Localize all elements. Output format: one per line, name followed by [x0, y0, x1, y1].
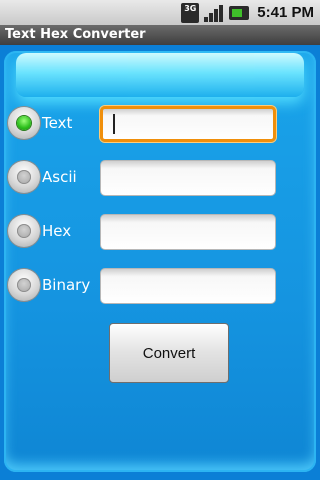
status-time: 5:41 PM: [257, 4, 314, 21]
radio-text[interactable]: [8, 107, 40, 139]
radio-ascii[interactable]: [8, 161, 40, 193]
app-body: Text Ascii Hex Binary Convert: [0, 45, 320, 480]
battery-icon: [229, 5, 250, 20]
ascii-input[interactable]: [100, 160, 276, 196]
radio-binary[interactable]: [8, 269, 40, 301]
panel-glow: [16, 53, 304, 97]
radio-binary-indicator: [17, 278, 31, 292]
converter-panel: Text Ascii Hex Binary Convert: [4, 51, 316, 472]
network-label: 3G: [184, 3, 197, 13]
radio-hex-indicator: [17, 224, 31, 238]
convert-button[interactable]: Convert: [109, 323, 229, 383]
status-icons: 3G 5:41 PM: [181, 2, 314, 23]
hex-input[interactable]: [100, 214, 276, 250]
binary-input[interactable]: [100, 268, 276, 304]
radio-ascii-indicator: [17, 170, 31, 184]
status-bar: 3G 5:41 PM: [0, 0, 320, 25]
radio-hex[interactable]: [8, 215, 40, 247]
signal-icon: [204, 4, 224, 22]
label-ascii: Ascii: [42, 168, 77, 186]
radio-text-indicator: [17, 116, 31, 130]
text-cursor: [113, 114, 115, 134]
app-title: Text Hex Converter: [5, 27, 146, 42]
row-ascii: Ascii: [4, 157, 316, 197]
row-text: Text: [4, 103, 316, 143]
label-binary: Binary: [42, 276, 91, 294]
label-text: Text: [42, 114, 73, 132]
network-3g-icon: 3G: [181, 2, 200, 23]
row-hex: Hex: [4, 211, 316, 251]
text-input[interactable]: [100, 106, 276, 142]
label-hex: Hex: [42, 222, 72, 240]
app-title-bar: Text Hex Converter: [0, 25, 320, 45]
row-binary: Binary: [4, 265, 316, 305]
